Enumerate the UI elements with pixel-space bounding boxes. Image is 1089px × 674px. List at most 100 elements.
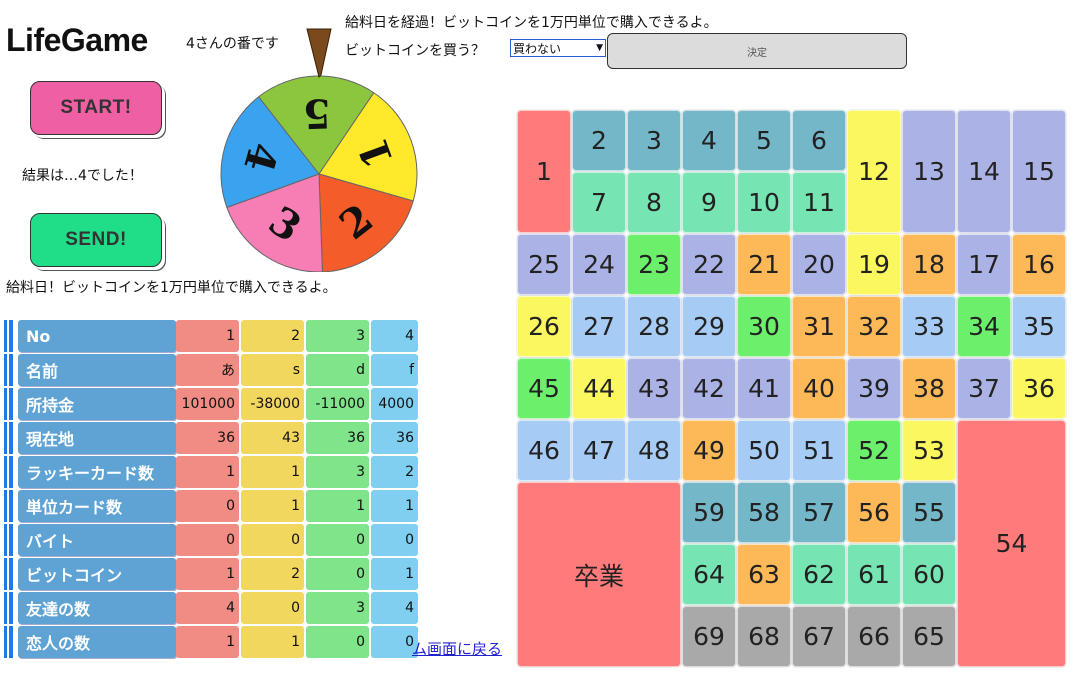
table-cell: 0 (176, 524, 239, 556)
start-button[interactable]: START! (30, 81, 162, 135)
board-cell: 42 (682, 358, 736, 419)
table-cell: 4 (371, 592, 418, 624)
table-cell: 0 (306, 524, 369, 556)
board-cell: 54 (957, 420, 1066, 667)
table-cell: 1 (371, 558, 418, 590)
board-cell: 17 (957, 234, 1011, 295)
board-cell: 39 (847, 358, 901, 419)
dropdown-arrow-icon: ▼ (596, 43, 603, 53)
board-cell: 33 (902, 296, 956, 357)
table-cell: 1 (176, 626, 239, 658)
table-cell: 0 (306, 626, 369, 658)
table-cell: f (371, 354, 418, 386)
table-row: 現在地 36 43 36 36 (4, 422, 420, 454)
row-marker (4, 592, 13, 624)
row-marker (4, 524, 13, 556)
board-cell: 40 (792, 358, 846, 419)
row-marker (4, 422, 13, 454)
send-button[interactable]: SEND! (30, 213, 162, 267)
row-header: 現在地 (18, 422, 176, 454)
row-marker (4, 354, 13, 386)
table-cell: 3 (306, 592, 369, 624)
board-cell: 51 (792, 420, 846, 481)
board-cell: 55 (902, 482, 956, 543)
board-cell: 4 (682, 110, 736, 171)
board-cell: 22 (682, 234, 736, 295)
table-cell: s (241, 354, 304, 386)
table-cell: d (306, 354, 369, 386)
row-header: 所持金 (18, 388, 176, 420)
row-marker (4, 456, 13, 488)
board-cell: 卒業 (517, 482, 681, 667)
decide-button[interactable]: 決定 (607, 33, 907, 69)
buy-select-value: 買わない (513, 41, 562, 56)
table-cell: 36 (176, 422, 239, 454)
table-row: バイト 0 0 0 0 (4, 524, 420, 556)
board-cell: 36 (1012, 358, 1066, 419)
table-row: ビットコイン 1 2 0 1 (4, 558, 420, 590)
table-row: 名前あ s d f (4, 354, 420, 386)
table-row: 恋人の数 1 1 0 0 (4, 626, 420, 658)
table-cell: 1 (241, 490, 304, 522)
result-text: 結果は…4でした！ (22, 168, 143, 184)
table-cell: -11000 (306, 388, 369, 420)
table-cell: 0 (371, 626, 418, 658)
board-cell: 65 (902, 606, 956, 667)
board-cell: 13 (902, 110, 956, 233)
board-cell: 38 (902, 358, 956, 419)
board-cell: 48 (627, 420, 681, 481)
row-header: バイト (18, 524, 176, 556)
table-cell: 1 (306, 490, 369, 522)
board-cell: 14 (957, 110, 1011, 233)
row-marker (4, 558, 13, 590)
board-cell: 52 (847, 420, 901, 481)
board-cell: 10 (737, 172, 791, 233)
table-cell: 1 (176, 320, 239, 352)
table-cell: -38000 (241, 388, 304, 420)
board-cell: 46 (517, 420, 571, 481)
board-cell: 23 (627, 234, 681, 295)
row-header: ラッキーカード数 (18, 456, 176, 488)
board-cell: 6 (792, 110, 846, 171)
table-cell: 4 (371, 320, 418, 352)
table-cell: 4000 (371, 388, 418, 420)
board-cell: 28 (627, 296, 681, 357)
table-cell: 0 (176, 490, 239, 522)
board-cell: 20 (792, 234, 846, 295)
board-cell: 49 (682, 420, 736, 481)
board-cell: 61 (847, 544, 901, 605)
row-header: No (18, 320, 176, 352)
board-cell: 15 (1012, 110, 1066, 233)
table-cell: 36 (306, 422, 369, 454)
board-cell: 57 (792, 482, 846, 543)
board-cell: 69 (682, 606, 736, 667)
row-header: ビットコイン (18, 558, 176, 590)
row-header: 単位カード数 (18, 490, 176, 522)
table-cell: 1 (241, 626, 304, 658)
table-cell: 1 (371, 490, 418, 522)
buy-select[interactable]: 買わない ▼ (510, 39, 606, 57)
table-cell: 4 (176, 592, 239, 624)
board-cell: 58 (737, 482, 791, 543)
board-cell: 41 (737, 358, 791, 419)
table-cell: 0 (306, 558, 369, 590)
back-link[interactable]: ム画面に戻る (412, 638, 502, 659)
table-row: No 1 2 3 4 (4, 320, 420, 352)
board-cell: 9 (682, 172, 736, 233)
table-row: 友達の数 4 0 3 4 (4, 592, 420, 624)
table-cell: 0 (241, 592, 304, 624)
row-header: 友達の数 (18, 592, 176, 624)
board-cell: 35 (1012, 296, 1066, 357)
board-cell: 11 (792, 172, 846, 233)
board-cell: 45 (517, 358, 571, 419)
table-cell: 101000 (176, 388, 239, 420)
board-cell: 5 (737, 110, 791, 171)
roulette-wheel: 45123 (220, 28, 418, 272)
board-cell: 34 (957, 296, 1011, 357)
board-cell: 68 (737, 606, 791, 667)
board-cell: 1 (517, 110, 571, 233)
board-cell: 30 (737, 296, 791, 357)
table-cell: 3 (306, 320, 369, 352)
board-cell: 62 (792, 544, 846, 605)
board-cell: 12 (847, 110, 901, 233)
